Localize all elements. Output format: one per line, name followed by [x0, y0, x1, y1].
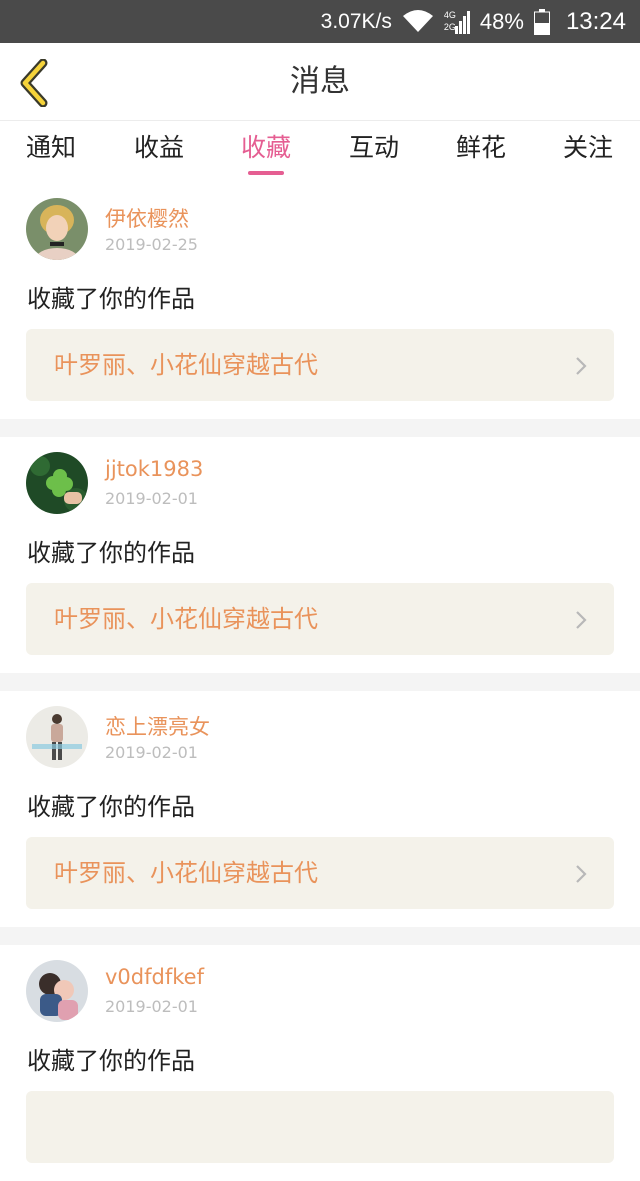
action-text: 收藏了你的作品 [27, 1047, 195, 1075]
tab-interactions[interactable]: 互动 [334, 121, 414, 183]
active-tab-indicator [248, 171, 284, 175]
username[interactable]: 恋上漂亮女 [105, 711, 210, 741]
tab-label: 关注 [562, 133, 613, 162]
timestamp: 2019-02-01 [105, 743, 198, 762]
divider [0, 419, 640, 437]
chevron-right-icon [576, 611, 587, 629]
battery-icon [533, 8, 550, 35]
avatar-image [26, 706, 88, 768]
tab-label: 互动 [348, 133, 399, 162]
work-link[interactable]: 叶罗丽、小花仙穿越古代 [26, 329, 614, 401]
chevron-right-icon [576, 357, 587, 375]
action-text: 收藏了你的作品 [27, 285, 195, 313]
tab-notifications[interactable]: 通知 [11, 121, 91, 183]
tab-following[interactable]: 关注 [548, 121, 628, 183]
chevron-right-icon [576, 865, 587, 883]
timestamp: 2019-02-25 [105, 235, 198, 254]
avatar[interactable] [26, 198, 88, 260]
tab-earnings[interactable]: 收益 [119, 121, 199, 183]
message-item: jjtok1983 2019-02-01 收藏了你的作品 叶罗丽、小花仙穿越古代 [0, 437, 640, 673]
divider [0, 673, 640, 691]
avatar-image [26, 452, 88, 514]
action-text: 收藏了你的作品 [27, 539, 195, 567]
status-bar: 3.07K/s 4G 2G 48% 13:24 [0, 0, 640, 43]
timestamp: 2019-02-01 [105, 997, 198, 1016]
work-title: 叶罗丽、小花仙穿越古代 [54, 859, 318, 887]
tab-favorites[interactable]: 收藏 [226, 121, 306, 183]
header: 消息 [0, 43, 640, 121]
tab-label: 鲜花 [455, 133, 506, 162]
work-title: 叶罗丽、小花仙穿越古代 [54, 351, 318, 379]
tab-label: 收藏 [240, 133, 291, 162]
work-link[interactable]: 叶罗丽、小花仙穿越古代 [26, 583, 614, 655]
network-speed: 3.07K/s [320, 9, 392, 33]
message-item: v0dfdfkef 2019-02-01 收藏了你的作品 [0, 945, 640, 1181]
work-title: 叶罗丽、小花仙穿越古代 [54, 605, 318, 633]
wifi-icon [402, 9, 434, 34]
work-link[interactable] [26, 1091, 614, 1163]
username[interactable]: jjtok1983 [105, 457, 203, 481]
battery-percent: 48% [479, 8, 524, 34]
username[interactable]: v0dfdfkef [105, 965, 204, 989]
tab-bar: 通知 收益 收藏 互动 鲜花 关注 [0, 121, 640, 183]
page-title: 消息 [290, 64, 350, 99]
divider [0, 927, 640, 945]
avatar[interactable] [26, 706, 88, 768]
avatar-image [26, 198, 88, 260]
timestamp: 2019-02-01 [105, 489, 198, 508]
avatar[interactable] [26, 960, 88, 1022]
avatar-image [26, 960, 88, 1022]
signal-icon: 4G 2G [444, 8, 470, 36]
tab-label: 通知 [25, 133, 76, 162]
work-link[interactable]: 叶罗丽、小花仙穿越古代 [26, 837, 614, 909]
avatar[interactable] [26, 452, 88, 514]
action-text: 收藏了你的作品 [27, 793, 195, 821]
username[interactable]: 伊依樱然 [105, 203, 189, 233]
message-item: 伊依樱然 2019-02-25 收藏了你的作品 叶罗丽、小花仙穿越古代 [0, 183, 640, 419]
tab-flowers[interactable]: 鲜花 [441, 121, 521, 183]
clock: 13:24 [565, 7, 626, 35]
tab-label: 收益 [133, 133, 184, 162]
message-item: 恋上漂亮女 2019-02-01 收藏了你的作品 叶罗丽、小花仙穿越古代 [0, 691, 640, 927]
